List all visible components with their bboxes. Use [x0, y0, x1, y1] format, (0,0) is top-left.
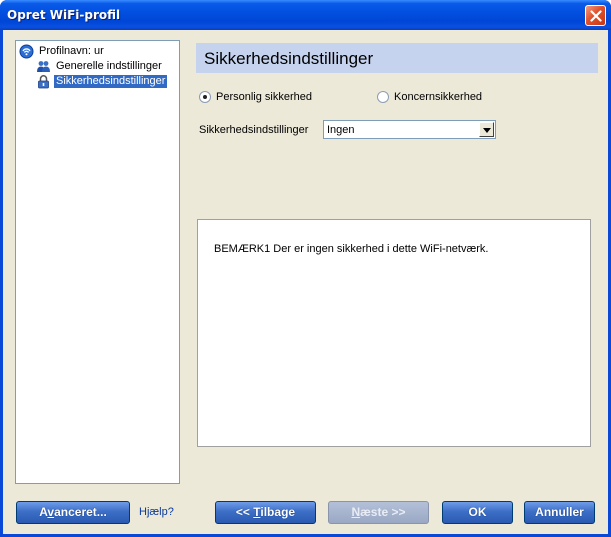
ok-label: OK [468, 505, 487, 519]
cancel-button[interactable]: Annuller [524, 501, 595, 524]
title-bar[interactable]: Opret WiFi-profil [0, 0, 611, 30]
back-label-part: ilbage [260, 505, 296, 519]
security-settings-dropdown[interactable]: Ingen [323, 120, 496, 139]
note-text: BEMÆRK1 Der er ingen sikkerhed i dette W… [214, 243, 489, 255]
next-label-part: æste >> [360, 505, 406, 519]
tree-item-label: Sikkerhedsindstillinger [54, 75, 168, 88]
next-label-accel: N [351, 505, 361, 519]
tree-item-label: Generelle indstillinger [56, 60, 162, 72]
cancel-label: Annuller [535, 505, 584, 519]
dialog-window: Opret WiFi-profil Profilnavn: ur Generel… [0, 0, 611, 537]
dropdown-button[interactable] [479, 122, 494, 137]
users-icon [37, 61, 50, 72]
ok-button[interactable]: OK [442, 501, 513, 524]
section-title: Sikkerhedsindstillinger [204, 49, 374, 68]
radio-circle [377, 91, 389, 103]
profile-tree[interactable]: Profilnavn: ur Generelle indstillinger S… [15, 40, 180, 484]
section-header: Sikkerhedsindstillinger [196, 43, 598, 73]
dialog-body: Profilnavn: ur Generelle indstillinger S… [3, 30, 608, 534]
security-settings-label: Sikkerhedsindstillinger [199, 124, 309, 136]
back-button[interactable]: << Tilbage [215, 501, 316, 524]
back-label-part: << [235, 505, 254, 519]
help-link[interactable]: Hjælp? [139, 506, 174, 518]
window-title: Opret WiFi-profil [7, 8, 121, 22]
tree-root-label: Profilnavn: ur [39, 45, 104, 57]
dropdown-value: Ingen [327, 124, 355, 136]
advanced-button[interactable]: Avanceret... [16, 501, 130, 524]
radio-enterprise-label: Koncernsikkerhed [394, 91, 483, 103]
next-button[interactable]: Næste >> [328, 501, 429, 524]
radio-circle-selected [199, 91, 211, 103]
lock-icon [38, 75, 49, 89]
close-icon [590, 10, 602, 22]
wifi-profile-icon [19, 44, 34, 59]
note-panel: BEMÆRK1 Der er ingen sikkerhed i dette W… [197, 219, 591, 447]
advanced-label-part: anceret... [54, 505, 107, 519]
close-button[interactable] [585, 5, 606, 26]
chevron-down-icon [483, 128, 491, 133]
radio-personal-label: Personlig sikkerhed [216, 91, 312, 103]
